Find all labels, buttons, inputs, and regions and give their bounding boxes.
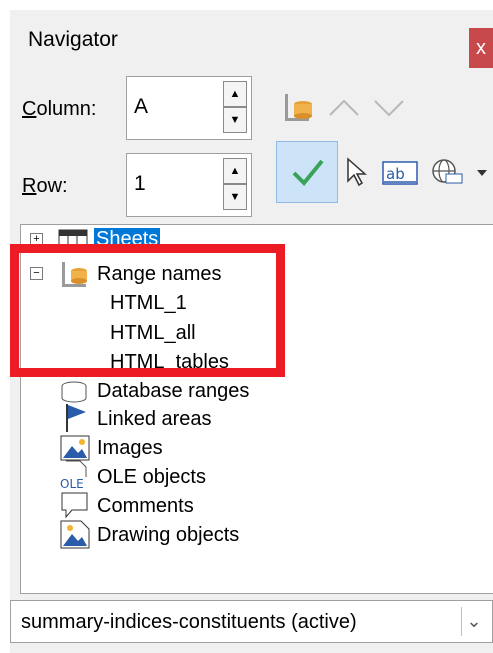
row-spin-up-button[interactable]: ▲ <box>223 158 247 184</box>
document-select-value: summary-indices-constituents (active) <box>21 611 357 633</box>
document-select[interactable]: summary-indices-constituents (active) ⌄ <box>10 600 493 643</box>
row-spinbox[interactable]: 1 ▲ ▼ <box>126 153 252 217</box>
top-margin <box>0 0 493 10</box>
svg-text:ab: ab <box>386 165 405 183</box>
column-label: Column: <box>22 98 97 120</box>
images-icon <box>60 435 90 461</box>
next-icon[interactable] <box>372 96 406 118</box>
data-range-icon[interactable] <box>283 92 317 124</box>
row-spin-down-button[interactable]: ▼ <box>223 184 247 210</box>
close-button[interactable]: x <box>469 28 493 68</box>
column-spinbox[interactable]: A ▲ ▼ <box>126 76 252 140</box>
annotation-highlight-box <box>10 244 285 377</box>
tree-item-drawing-objects[interactable]: Drawing objects <box>97 524 239 547</box>
column-spin-up-button[interactable]: ▲ <box>223 81 247 107</box>
linked-areas-icon <box>66 404 86 432</box>
drawing-objects-icon <box>60 520 90 549</box>
previous-icon[interactable] <box>327 96 361 118</box>
column-value[interactable]: A <box>134 95 148 119</box>
cursor-icon[interactable] <box>344 156 368 188</box>
document-globe-icon[interactable] <box>430 156 470 188</box>
tree-item-images[interactable]: Images <box>97 437 163 460</box>
tree-item-linked-areas[interactable]: Linked areas <box>97 408 212 431</box>
dropdown-arrow-icon[interactable] <box>476 168 488 178</box>
svg-text:OLE: OLE <box>60 477 84 490</box>
drag-mode-icon[interactable]: ab <box>382 156 418 188</box>
row-label: Row: <box>22 175 68 197</box>
database-icon <box>61 381 87 403</box>
column-spin-down-button[interactable]: ▼ <box>223 107 247 133</box>
tree-item-database-ranges[interactable]: Database ranges <box>97 380 249 403</box>
navigator-titlebar: Navigator x <box>10 10 493 68</box>
comments-icon <box>61 492 88 519</box>
chevron-down-icon[interactable]: ⌄ <box>461 607 486 636</box>
tree-item-comments[interactable]: Comments <box>97 495 194 518</box>
navigator-title: Navigator <box>28 28 118 51</box>
left-margin <box>0 0 10 653</box>
ole-objects-icon: OLE <box>60 460 87 490</box>
tree-item-ole-objects[interactable]: OLE objects <box>97 466 206 489</box>
row-value[interactable]: 1 <box>134 172 146 196</box>
checkmark-icon <box>292 159 324 186</box>
content-view-toggle-button[interactable] <box>276 141 338 203</box>
